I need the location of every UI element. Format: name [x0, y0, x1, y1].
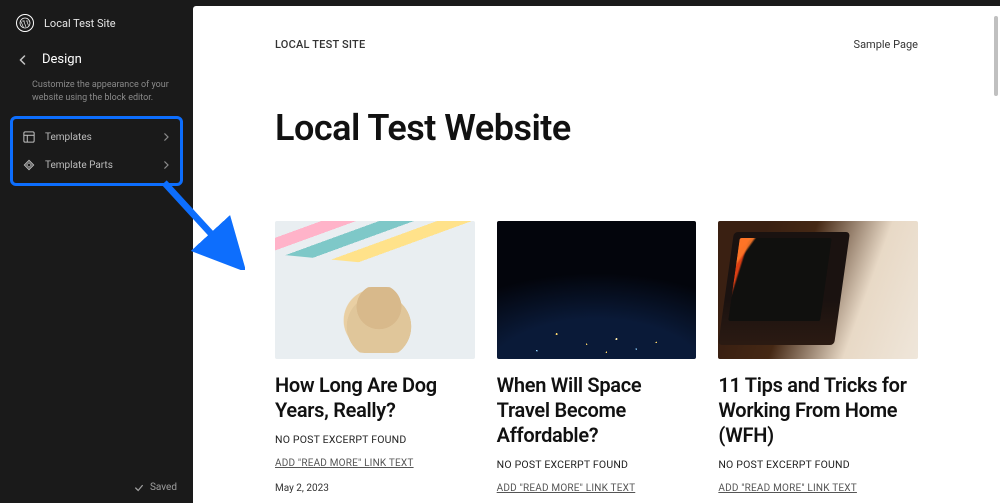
nav-link-sample-page[interactable]: Sample Page: [854, 38, 918, 51]
post-title[interactable]: How Long Are Dog Years, Really?: [275, 373, 475, 423]
read-more-link[interactable]: ADD "READ MORE" LINK TEXT: [718, 483, 918, 494]
layout-icon: [23, 131, 35, 143]
panel-back-row[interactable]: Design: [0, 42, 193, 75]
sidebar-site-name: Local Test Site: [44, 17, 116, 30]
post-title[interactable]: When Will Space Travel Become Affordable…: [497, 373, 697, 448]
design-sidebar: Local Test Site Design Customize the app…: [0, 0, 193, 503]
diamond-icon: [23, 159, 35, 171]
post-title[interactable]: 11 Tips and Tricks for Working From Home…: [718, 373, 918, 448]
sidebar-footer: Saved: [0, 472, 193, 503]
sidebar-item-templates[interactable]: Templates: [13, 123, 180, 151]
posts-grid: How Long Are Dog Years, Really? NO POST …: [275, 221, 918, 503]
save-status: Saved: [150, 482, 177, 493]
site-preview-canvas[interactable]: LOCAL TEST SITE Sample Page Local Test W…: [193, 6, 1000, 503]
sidebar-item-template-parts[interactable]: Template Parts: [13, 151, 180, 179]
post-thumbnail[interactable]: [275, 221, 475, 359]
chevron-right-icon: [162, 133, 170, 141]
check-icon: [134, 483, 144, 493]
post-date: May 2, 2023: [275, 483, 475, 494]
read-more-link[interactable]: ADD "READ MORE" LINK TEXT: [497, 483, 697, 494]
post-card[interactable]: When Will Space Travel Become Affordable…: [497, 221, 697, 503]
sidebar-header[interactable]: Local Test Site: [0, 0, 193, 42]
post-card[interactable]: 11 Tips and Tricks for Working From Home…: [718, 221, 918, 503]
post-thumbnail[interactable]: [718, 221, 918, 359]
panel-description: Customize the appearance of your website…: [0, 75, 193, 116]
post-excerpt-placeholder: NO POST EXCERPT FOUND: [497, 458, 697, 471]
post-excerpt-placeholder: NO POST EXCERPT FOUND: [718, 458, 918, 471]
chevron-left-icon: [18, 55, 28, 65]
panel-title: Design: [42, 52, 82, 67]
chevron-right-icon: [162, 161, 170, 169]
highlighted-menu-box: Templates Template Parts: [10, 116, 183, 186]
post-excerpt-placeholder: NO POST EXCERPT FOUND: [275, 433, 475, 446]
read-more-link[interactable]: ADD "READ MORE" LINK TEXT: [275, 458, 475, 469]
sidebar-item-label: Template Parts: [45, 160, 113, 171]
sidebar-item-label: Templates: [45, 132, 92, 143]
scrollbar[interactable]: [994, 16, 998, 96]
post-thumbnail[interactable]: [497, 221, 697, 359]
post-card[interactable]: How Long Are Dog Years, Really? NO POST …: [275, 221, 475, 503]
wordpress-logo-icon[interactable]: [16, 14, 34, 32]
site-logo-text[interactable]: LOCAL TEST SITE: [275, 38, 365, 51]
site-heading: Local Test Website: [275, 107, 918, 149]
